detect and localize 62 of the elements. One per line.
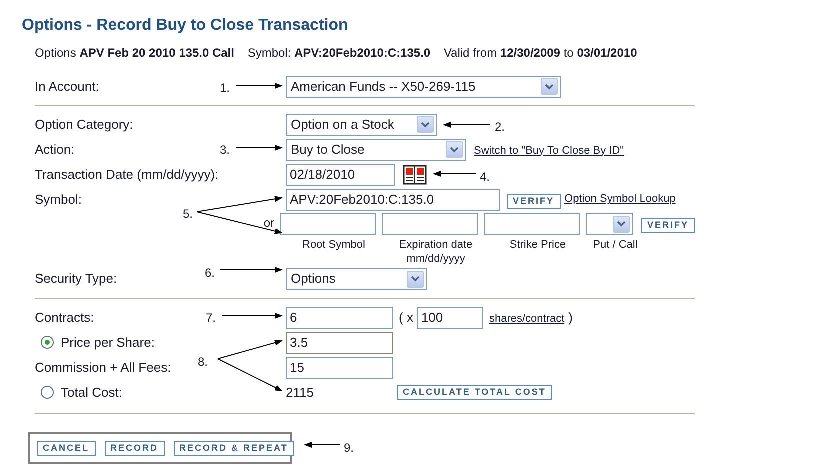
expiration-date-field[interactable] xyxy=(382,213,478,235)
annotation-number: 4. xyxy=(480,169,490,186)
action-select[interactable]: Buy to Close xyxy=(286,138,466,160)
calculate-button[interactable]: CALCULATE TOTAL COST xyxy=(397,385,552,400)
annotation-arrow xyxy=(220,267,283,273)
annotation-number: 8. xyxy=(198,354,208,371)
security-type-select[interactable]: Options xyxy=(286,268,427,290)
closing-parenthesis: ) xyxy=(568,308,573,327)
field-label: Security Type: xyxy=(35,270,118,288)
shares-field[interactable]: 100 xyxy=(417,306,484,328)
contracts-field[interactable]: 6 xyxy=(286,306,393,328)
annotation-arrow xyxy=(236,83,283,89)
option-summary: Options APV Feb 20 2010 135.0 Call Symbol: APV:20Feb2010:C:135.0 Valid from 12/30/2009 to 03/01/2010 xyxy=(35,45,638,62)
field-caption: Put / Call xyxy=(593,238,638,253)
calendar-icon[interactable] xyxy=(403,164,427,184)
annotation-arrow xyxy=(433,171,476,177)
field-caption: Expiration date mm/dd/yyyy xyxy=(398,238,474,266)
link[interactable]: shares/contract xyxy=(489,312,565,325)
price-field[interactable]: 3.5 xyxy=(286,332,393,354)
annotation-number: 1. xyxy=(220,80,230,97)
annotation-number: 5. xyxy=(183,206,194,223)
verify-button[interactable]: VERIFY xyxy=(507,194,561,209)
field-caption: Strike Price xyxy=(510,238,566,253)
annotation-number: 6. xyxy=(205,265,216,282)
page-title: Options - Record Buy to Close Transaction xyxy=(22,16,350,36)
root-symbol-field[interactable] xyxy=(280,213,376,235)
category-select[interactable]: Option on a Stock xyxy=(286,114,437,136)
total-cost-value: 2115 xyxy=(286,384,315,402)
link[interactable]: Switch to "Buy To Close By ID" xyxy=(474,144,624,157)
multiply-text: ( x xyxy=(399,308,414,327)
field-label: Total Cost: xyxy=(61,384,122,402)
annotation-number: 9. xyxy=(344,440,354,457)
field-label: Transaction Date (mm/dd/yyyy): xyxy=(35,166,219,184)
action-button[interactable]: CANCEL xyxy=(37,440,96,456)
annotation-arrow xyxy=(304,442,340,448)
account-select[interactable]: American Funds -- X50-269-115 xyxy=(286,76,561,98)
link[interactable]: Option Symbol Lookup xyxy=(564,191,676,208)
field-label: Price per Share: xyxy=(61,334,155,352)
symbol-field[interactable]: APV:20Feb2010:C:135.0 xyxy=(286,188,500,210)
field-label: Contracts: xyxy=(35,308,94,327)
field-caption: Root Symbol xyxy=(302,238,366,253)
field-label: Option Category: xyxy=(35,116,134,134)
annotation-number: 2. xyxy=(495,119,506,136)
field-label: Action: xyxy=(35,140,75,159)
radio-button[interactable] xyxy=(41,386,54,399)
field-label: Commission + All Fees: xyxy=(35,358,172,377)
date-field[interactable]: 02/18/2010 xyxy=(286,164,395,186)
strike-price-field[interactable] xyxy=(484,213,580,235)
annotation-number: 7. xyxy=(206,310,216,327)
annotation-arrow xyxy=(443,122,490,128)
commission-field[interactable]: 15 xyxy=(286,356,393,378)
annotation-arrow xyxy=(236,145,283,151)
annotation-number: 3. xyxy=(220,142,230,159)
action-button[interactable]: RECORD & REPEAT xyxy=(174,440,294,456)
field-label: In Account: xyxy=(35,78,100,96)
action-button[interactable]: RECORD xyxy=(104,440,165,456)
verify-button[interactable]: VERIFY xyxy=(641,218,695,234)
field-label: Symbol: xyxy=(35,190,82,209)
or-label: or xyxy=(264,215,274,232)
radio-button[interactable] xyxy=(41,336,54,349)
annotation-arrow xyxy=(222,313,283,319)
put-call-select[interactable] xyxy=(586,213,634,235)
